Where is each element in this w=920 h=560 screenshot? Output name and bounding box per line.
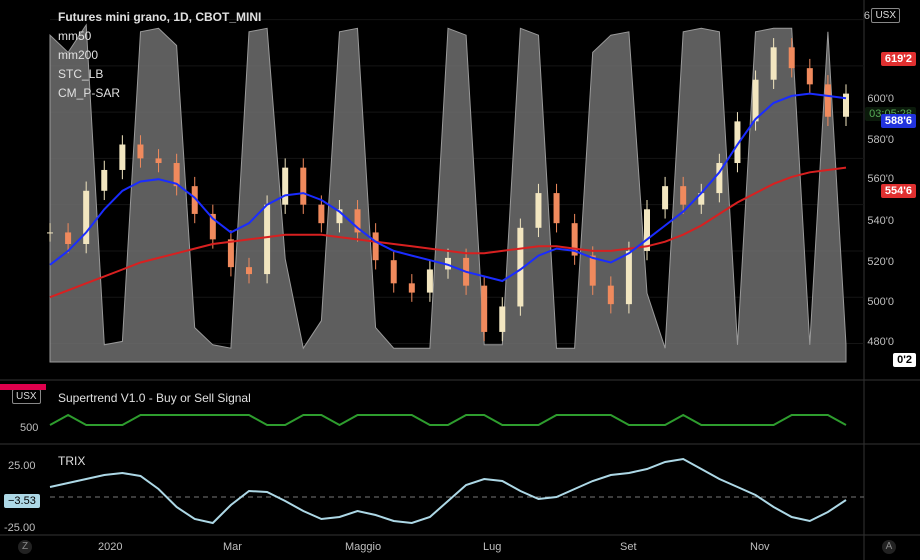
trix-tag: −3.53 xyxy=(4,494,40,508)
candle-body-43 xyxy=(824,84,831,117)
x-label-maggio: Maggio xyxy=(345,541,382,553)
candle-body-14 xyxy=(300,167,307,205)
y-tick-top: 6 xyxy=(863,10,870,22)
candle-body-20 xyxy=(408,283,415,293)
candle-body-15 xyxy=(318,204,325,224)
trix-line xyxy=(49,457,847,525)
candle-body-34 xyxy=(662,186,669,210)
legend-mm200[interactable]: mm200 xyxy=(58,46,261,65)
candle-body-11 xyxy=(246,267,252,275)
auto-scale-icon[interactable]: A xyxy=(882,540,896,554)
legend-stc[interactable]: STC_LB xyxy=(58,65,261,84)
supertrend-step xyxy=(49,413,847,427)
candle-body-4 xyxy=(119,144,126,170)
candle-body-10 xyxy=(227,239,234,268)
x-label-lug: Lug xyxy=(483,541,502,553)
supertrend-tag xyxy=(0,384,46,390)
candle-body-21 xyxy=(426,269,433,293)
candle-body-32 xyxy=(625,250,632,305)
candle-body-42 xyxy=(806,68,813,85)
legend-mm50[interactable]: mm50 xyxy=(58,27,261,46)
candle-body-33 xyxy=(644,209,650,251)
candle-body-19 xyxy=(390,260,397,284)
candle-body-0 xyxy=(47,232,53,234)
supertrend-tick: 500 xyxy=(20,422,39,434)
stc-tag: 0'2 xyxy=(893,353,916,367)
candle-body-25 xyxy=(499,306,506,332)
x-label-2020: 2020 xyxy=(98,541,123,553)
currency-badge-2[interactable]: USX xyxy=(12,389,41,404)
candle-body-2 xyxy=(83,190,90,244)
currency-badge[interactable]: USX xyxy=(871,8,900,23)
candle-body-31 xyxy=(607,285,614,305)
candle-body-28 xyxy=(553,193,560,224)
candle-body-13 xyxy=(282,167,289,205)
legend: Futures mini grano, 1D, CBOT_MINI mm50 m… xyxy=(58,8,261,103)
candle-body-3 xyxy=(101,169,108,191)
zoom-icon[interactable]: Z xyxy=(18,540,32,554)
candle-body-41 xyxy=(788,47,795,69)
trix-tick-25: 25.00 xyxy=(8,460,36,472)
y-tick-540: 540'0 xyxy=(867,215,894,227)
y-tick-520: 520'0 xyxy=(867,256,894,268)
candle-body-35 xyxy=(680,186,687,205)
candle-body-12 xyxy=(264,204,271,275)
candle-body-27 xyxy=(535,193,542,228)
x-label-mar: Mar xyxy=(223,541,242,553)
trix-title[interactable]: TRIX xyxy=(58,454,85,468)
x-label-set: Set xyxy=(620,541,637,553)
candle-body-5 xyxy=(137,144,144,159)
candle-body-30 xyxy=(589,255,596,286)
candle-body-18 xyxy=(372,232,379,261)
legend-psar[interactable]: CM_P-SAR xyxy=(58,84,261,103)
mm50-tag: 554'6 xyxy=(880,184,916,198)
supertrend-title[interactable]: Supertrend V1.0 - Buy or Sell Signal xyxy=(58,391,251,405)
candle-body-39 xyxy=(752,79,759,122)
y-tick-480: 480'0 xyxy=(867,336,894,348)
trix-tick-neg25: -25.00 xyxy=(4,522,36,534)
candle-body-6 xyxy=(155,158,162,164)
y-tick-580: 580'0 xyxy=(867,134,894,146)
last-price-tag: 588'6 xyxy=(880,114,916,128)
y-tick-600: 600'0 xyxy=(867,93,894,105)
x-label-nov: Nov xyxy=(750,541,770,553)
candle-body-24 xyxy=(481,285,488,332)
psar-tag: 619'2 xyxy=(880,52,916,66)
candle-body-40 xyxy=(770,47,777,80)
supertrend-line xyxy=(49,413,847,427)
legend-title: Futures mini grano, 1D, CBOT_MINI xyxy=(58,10,262,24)
candle-body-1 xyxy=(65,232,72,244)
y-tick-500: 500'0 xyxy=(867,296,894,308)
series-trix xyxy=(49,457,847,525)
